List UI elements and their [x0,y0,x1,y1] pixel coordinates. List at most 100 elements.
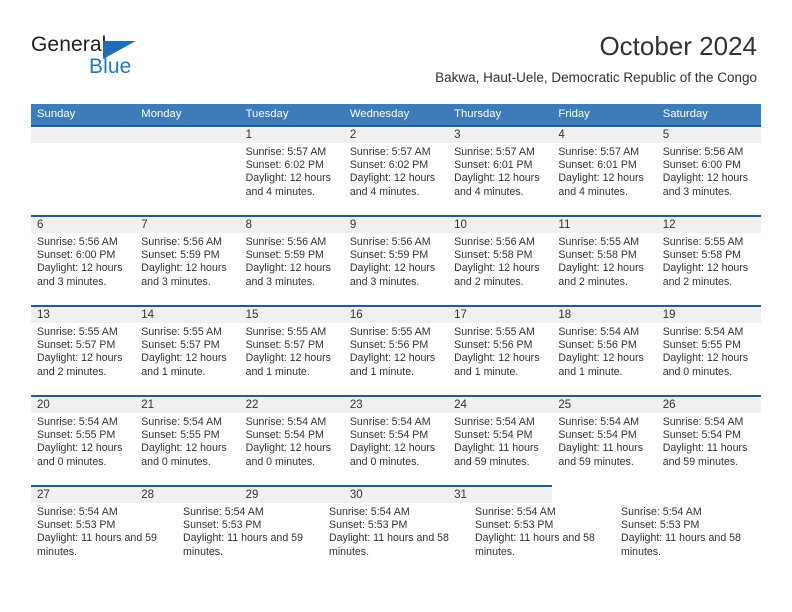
day-cell-28[interactable]: Sunrise: 5:54 AM Sunset: 5:53 PM Daylight:… [177,503,323,575]
sunset-text: Sunset: 6:01 PM [454,159,533,172]
day-cell-18[interactable]: Sunrise: 5:54 AM Sunset: 5:56 PM Daylight:… [552,323,656,395]
day-cell-4[interactable]: Sunrise: 5:57 AM Sunset: 6:01 PM Daylight:… [552,143,656,215]
day-number-19[interactable]: 19 [657,307,761,323]
day-number-26[interactable]: 26 [657,397,761,413]
day-cell-empty [135,143,239,215]
day-number-16[interactable]: 16 [344,307,448,323]
day-number-29[interactable]: 29 [240,487,344,503]
day-number-21[interactable]: 21 [135,397,239,413]
sunset-text: Sunset: 6:00 PM [37,249,116,262]
day-number-31[interactable]: 31 [448,487,552,503]
day-number-23[interactable]: 23 [344,397,448,413]
day-cell-15[interactable]: Sunrise: 5:55 AM Sunset: 5:57 PM Daylight:… [240,323,344,395]
calendar-week-row: 13 14 15 16 17 18 19 Sunrise: 5:55 AM Sunset: 5:… [31,305,761,395]
day-number-9[interactable]: 9 [344,217,448,233]
day-cell-2[interactable]: Sunrise: 5:57 AM Sunset: 6:02 PM Daylight:… [344,143,448,215]
sunset-text: Sunset: 5:54 PM [558,429,637,442]
day-cell-22[interactable]: Sunrise: 5:54 AM Sunset: 5:54 PM Daylight:… [240,413,344,485]
day-cell-16[interactable]: Sunrise: 5:55 AM Sunset: 5:56 PM Daylight:… [344,323,448,395]
day-number-4[interactable]: 4 [552,127,656,143]
day-cell-5[interactable]: Sunrise: 5:56 AM Sunset: 6:00 PM Daylight:… [657,143,761,215]
day-number-2[interactable]: 2 [344,127,448,143]
day-cell-11[interactable]: Sunrise: 5:55 AM Sunset: 5:58 PM Daylight:… [552,233,656,305]
daylight-text: Daylight: 12 hours and 0 minutes. [349,442,436,468]
day-number-18[interactable]: 18 [552,307,656,323]
daylight-text: Daylight: 12 hours and 4 minutes. [558,172,644,198]
day-number-17[interactable]: 17 [448,307,552,323]
day-number-25[interactable]: 25 [552,397,656,413]
day-cell-25[interactable]: Sunrise: 5:54 AM Sunset: 5:54 PM Daylight:… [552,413,656,485]
day-cell-23[interactable]: Sunrise: 5:54 AM Sunset: 5:54 PM Daylight:… [344,413,448,485]
daylight-text: Daylight: 12 hours and 3 minutes. [141,262,227,288]
day-cell-20[interactable]: Sunrise: 5:54 AM Sunset: 5:55 PM Daylight:… [31,413,135,485]
day-cell-29[interactable]: Sunrise: 5:54 AM Sunset: 5:53 PM Daylight:… [323,503,469,575]
sunset-text: Sunset: 5:55 PM [141,429,220,442]
sunrise-text: Sunrise: 5:54 AM [662,416,744,428]
day-detail-band: Sunrise: 5:54 AM Sunset: 5:55 PM Daylight:… [31,413,761,485]
sunset-text: Sunset: 5:56 PM [558,339,637,352]
day-cell-10[interactable]: Sunrise: 5:56 AM Sunset: 5:58 PM Daylight:… [448,233,552,305]
day-cell-26[interactable]: Sunrise: 5:54 AM Sunset: 5:54 PM Daylight:… [657,413,761,485]
sunrise-text: Sunrise: 5:54 AM [662,326,744,338]
sunset-text: Sunset: 5:53 PM [183,519,262,532]
sunrise-text: Sunrise: 5:55 AM [558,236,640,248]
daylight-text: Daylight: 12 hours and 3 minutes. [662,172,749,198]
day-cell-30[interactable]: Sunrise: 5:54 AM Sunset: 5:53 PM Daylight:… [469,503,615,575]
sunset-text: Sunset: 5:58 PM [454,249,533,262]
logo-text-general: General [31,33,107,56]
sunrise-text: Sunrise: 5:54 AM [37,506,118,518]
day-number-7[interactable]: 7 [135,217,239,233]
day-number-8[interactable]: 8 [240,217,344,233]
location-subtitle: Bakwa, Haut-Uele, Democratic Republic of… [435,70,757,85]
day-number-20[interactable]: 20 [31,397,135,413]
day-cell-31[interactable]: Sunrise: 5:54 AM Sunset: 5:53 PM Daylight:… [615,503,761,575]
day-cell-3[interactable]: Sunrise: 5:57 AM Sunset: 6:01 PM Daylight:… [448,143,552,215]
sunset-text: Sunset: 5:57 PM [37,339,116,352]
sunrise-text: Sunrise: 5:55 AM [349,326,431,338]
day-cell-19[interactable]: Sunrise: 5:54 AM Sunset: 5:55 PM Daylight:… [657,323,761,395]
day-number-28[interactable]: 28 [135,487,239,503]
sunrise-text: Sunrise: 5:54 AM [349,416,431,428]
general-blue-logo[interactable]: General Blue [31,33,211,83]
day-number-12[interactable]: 12 [657,217,761,233]
day-number-15[interactable]: 15 [240,307,344,323]
day-number-band: 6 7 8 9 10 11 12 [31,217,761,233]
day-cell-17[interactable]: Sunrise: 5:55 AM Sunset: 5:56 PM Daylight:… [448,323,552,395]
day-number-11[interactable]: 11 [552,217,656,233]
sunset-text: Sunset: 5:54 PM [662,429,742,442]
day-number-24[interactable]: 24 [448,397,552,413]
day-number-6[interactable]: 6 [31,217,135,233]
day-number-14[interactable]: 14 [135,307,239,323]
day-number-13[interactable]: 13 [31,307,135,323]
day-number-30[interactable]: 30 [344,487,448,503]
day-cell-14[interactable]: Sunrise: 5:55 AM Sunset: 5:57 PM Daylight:… [135,323,239,395]
weekday-header-sunday: Sunday [37,108,76,120]
sunset-text: Sunset: 5:58 PM [662,249,742,262]
day-cell-24[interactable]: Sunrise: 5:54 AM Sunset: 5:54 PM Daylight:… [448,413,552,485]
day-cell-21[interactable]: Sunrise: 5:54 AM Sunset: 5:55 PM Daylight:… [135,413,239,485]
day-number-22[interactable]: 22 [240,397,344,413]
day-cell-8[interactable]: Sunrise: 5:56 AM Sunset: 5:59 PM Daylight:… [240,233,344,305]
sunset-text: Sunset: 5:56 PM [454,339,533,352]
day-cell-1[interactable]: Sunrise: 5:57 AM Sunset: 6:02 PM Daylight:… [240,143,344,215]
sunset-text: Sunset: 5:58 PM [558,249,637,262]
daylight-text: Daylight: 12 hours and 4 minutes. [245,172,331,198]
day-number-27[interactable]: 27 [31,487,135,503]
daylight-text: Daylight: 11 hours and 59 minutes. [662,442,748,468]
sunrise-text: Sunrise: 5:55 AM [662,236,744,248]
daylight-text: Daylight: 11 hours and 58 minutes. [475,532,595,558]
day-number-1[interactable]: 1 [240,127,344,143]
day-cell-13[interactable]: Sunrise: 5:55 AM Sunset: 5:57 PM Daylight:… [31,323,135,395]
day-cell-9[interactable]: Sunrise: 5:56 AM Sunset: 5:59 PM Daylight:… [344,233,448,305]
day-number-10[interactable]: 10 [448,217,552,233]
day-cell-27[interactable]: Sunrise: 5:54 AM Sunset: 5:53 PM Daylight:… [31,503,177,575]
day-detail-band: Sunrise: 5:54 AM Sunset: 5:53 PM Daylight:… [31,503,761,575]
sunset-text: Sunset: 5:53 PM [621,519,700,532]
day-cell-6[interactable]: Sunrise: 5:56 AM Sunset: 6:00 PM Daylight:… [31,233,135,305]
day-number-3[interactable]: 3 [448,127,552,143]
day-number-5[interactable]: 5 [657,127,761,143]
day-cell-12[interactable]: Sunrise: 5:55 AM Sunset: 5:58 PM Daylight:… [657,233,761,305]
daylight-text: Daylight: 12 hours and 3 minutes. [37,262,123,288]
day-cell-7[interactable]: Sunrise: 5:56 AM Sunset: 5:59 PM Daylight:… [135,233,239,305]
sunset-text: Sunset: 5:56 PM [349,339,429,352]
